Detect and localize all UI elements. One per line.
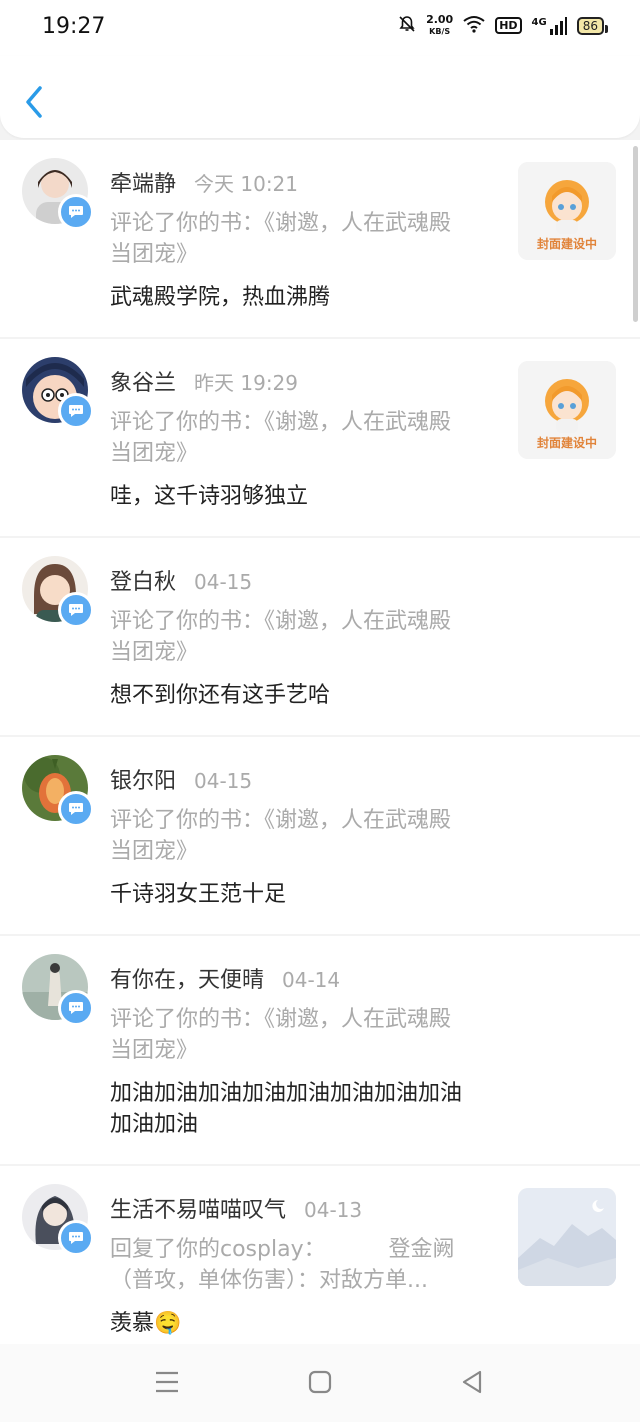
- cover-placeholder-label: 封面建设中: [536, 436, 597, 450]
- comment-text: 千诗羽女王范十足: [110, 882, 287, 907]
- message-description: 评论了你的书：《谢邀，人在武魂殿当团宠》: [110, 808, 452, 864]
- net-speed-unit: KB/S: [429, 27, 451, 36]
- square-home-icon: [308, 1370, 332, 1394]
- message-item[interactable]: 牵端静 今天 10:21 评论了你的书：《谢邀，人在武魂殿当团宠》 武魂殿学院，…: [0, 140, 640, 337]
- system-nav-bar: [0, 1344, 640, 1422]
- book-cover-thumbnail[interactable]: 封面建设中: [518, 361, 616, 459]
- battery-indicator: 86: [576, 16, 609, 35]
- message-description: 评论了你的书：《谢邀，人在武魂殿当团宠》: [110, 609, 452, 665]
- avatar[interactable]: [22, 954, 94, 1026]
- user-name[interactable]: 生活不易喵喵叹气: [110, 1192, 286, 1224]
- back-arrow-icon: [26, 86, 42, 118]
- signal-icon: 4G: [531, 16, 567, 35]
- back-button[interactable]: [20, 82, 52, 122]
- status-time: 19:27: [42, 14, 106, 39]
- cover-placeholder-label: 封面建设中: [536, 237, 597, 251]
- home-button[interactable]: [308, 1370, 332, 1398]
- message-description: 回复了你的cosplay： 登金阙（普攻，单体伤害）：对敌方单...: [110, 1237, 455, 1293]
- message-description: 评论了你的书：《谢邀，人在武魂殿当团宠》: [110, 1007, 452, 1063]
- user-name[interactable]: 象谷兰: [110, 365, 176, 397]
- message-time: 昨天 19:29: [194, 371, 299, 395]
- top-nav-bar: [0, 56, 640, 138]
- avatar[interactable]: [22, 556, 94, 628]
- comment-badge-icon: [58, 990, 94, 1026]
- mute-bell-icon: [398, 15, 416, 37]
- message-item[interactable]: 银尔阳 04-15 评论了你的书：《谢邀，人在武魂殿当团宠》 千诗羽女王范十足: [0, 737, 640, 934]
- user-name[interactable]: 银尔阳: [110, 763, 176, 795]
- comment-text: 哇，这千诗羽够独立: [110, 484, 309, 509]
- comment-text: 武魂殿学院，热血沸腾: [110, 285, 331, 310]
- net-speed: 2.00 KB/S: [426, 14, 453, 37]
- mountain-landscape-image: [518, 1188, 616, 1286]
- triangle-back-icon: [462, 1370, 482, 1394]
- message-item[interactable]: 象谷兰 昨天 19:29 评论了你的书：《谢邀，人在武魂殿当团宠》 哇，这千诗羽…: [0, 339, 640, 536]
- cosplay-thumbnail[interactable]: [518, 1188, 616, 1286]
- message-description: 评论了你的书：《谢邀，人在武魂殿当团宠》: [110, 211, 452, 267]
- comment-badge-icon: [58, 592, 94, 628]
- avatar[interactable]: [22, 158, 94, 230]
- comment-badge-icon: [58, 393, 94, 429]
- comment-text: 羡慕🤤: [110, 1311, 182, 1336]
- hd-badge: HD: [495, 17, 522, 34]
- status-icons: 2.00 KB/S HD 4G 86: [398, 14, 609, 37]
- message-time: 04-15: [194, 769, 253, 793]
- status-bar: 19:27 2.00 KB/S HD 4G 86: [0, 0, 640, 56]
- message-time: 04-14: [282, 968, 341, 992]
- avatar[interactable]: [22, 357, 94, 429]
- scrollbar[interactable]: [633, 146, 638, 322]
- comment-text: 加油加油加油加油加油加油加油加油加油加油: [110, 1081, 463, 1137]
- comment-text: 想不到你还有这手艺哈: [110, 683, 331, 708]
- net-speed-value: 2.00: [426, 13, 454, 26]
- message-item[interactable]: 生活不易喵喵叹气 04-13 回复了你的cosplay： 登金阙（普攻，单体伤害…: [0, 1166, 640, 1344]
- avatar[interactable]: [22, 755, 94, 827]
- wifi-icon: [463, 15, 485, 37]
- network-type: 4G: [531, 16, 547, 28]
- comment-badge-icon: [58, 791, 94, 827]
- message-item[interactable]: 有你在，天便晴 04-14 评论了你的书：《谢邀，人在武魂殿当团宠》 加油加油加…: [0, 936, 640, 1164]
- menu-lines-icon: [156, 1371, 178, 1393]
- message-description: 评论了你的书：《谢邀，人在武魂殿当团宠》: [110, 410, 452, 466]
- message-time: 今天 10:21: [194, 172, 299, 196]
- avatar[interactable]: [22, 1184, 94, 1256]
- message-item[interactable]: 登白秋 04-15 评论了你的书：《谢邀，人在武魂殿当团宠》 想不到你还有这手艺…: [0, 538, 640, 735]
- system-back-button[interactable]: [460, 1370, 484, 1398]
- message-time: 04-15: [194, 570, 253, 594]
- message-list[interactable]: 牵端静 今天 10:21 评论了你的书：《谢邀，人在武魂殿当团宠》 武魂殿学院，…: [0, 140, 640, 1344]
- comment-badge-icon: [58, 1220, 94, 1256]
- user-name[interactable]: 牵端静: [110, 166, 176, 198]
- message-time: 04-13: [304, 1198, 363, 1222]
- comment-badge-icon: [58, 194, 94, 230]
- menu-button[interactable]: [154, 1370, 180, 1398]
- user-name[interactable]: 登白秋: [110, 564, 176, 596]
- user-name[interactable]: 有你在，天便晴: [110, 962, 264, 994]
- book-cover-thumbnail[interactable]: 封面建设中: [518, 162, 616, 260]
